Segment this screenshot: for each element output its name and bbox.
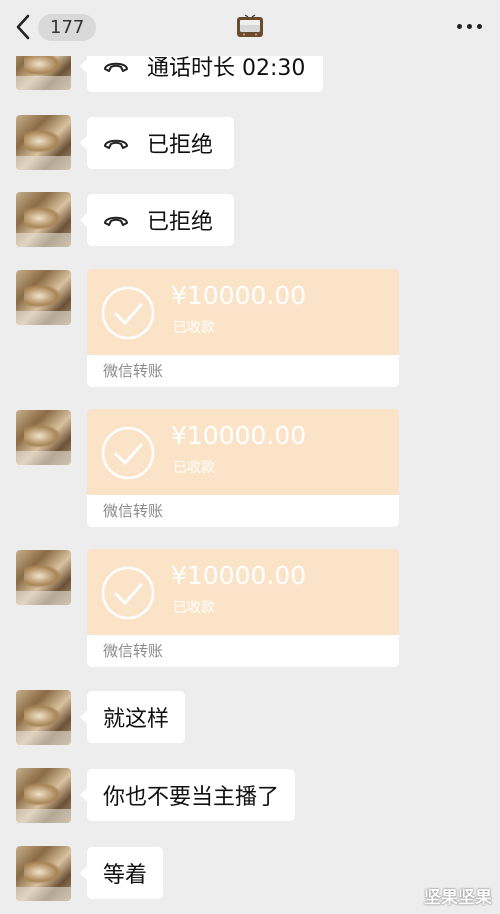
transfer-card[interactable]: ¥10000.00 已收款 微信转账 — [87, 409, 399, 527]
more-dots-icon — [457, 24, 462, 29]
call-message[interactable]: 已拒绝 — [80, 117, 234, 169]
text-message[interactable]: 等着 — [79, 847, 164, 899]
phone-hangup-icon — [103, 54, 129, 79]
call-rejected-text: 已拒绝 — [147, 210, 214, 235]
tv-icon[interactable] — [236, 14, 264, 40]
avatar[interactable] — [16, 846, 71, 901]
transfer-label: 微信转账 — [87, 635, 399, 667]
avatar[interactable] — [16, 410, 71, 465]
transfer-card[interactable]: ¥10000.00 已收款 微信转账 — [87, 549, 399, 667]
transfer-amount: ¥10000.00 — [171, 561, 307, 590]
call-rejected-text: 已拒绝 — [147, 133, 214, 158]
transfer-status: 已收款 — [173, 320, 215, 336]
back-button[interactable]: 177 — [16, 10, 97, 44]
transfer-status: 已收款 — [173, 460, 215, 476]
avatar[interactable] — [16, 192, 71, 247]
avatar[interactable] — [16, 690, 71, 745]
phone-hangup-icon — [103, 208, 129, 233]
watermark: 坚果坚果 — [424, 888, 492, 908]
check-circle-icon — [101, 426, 155, 480]
transfer-label: 微信转账 — [87, 495, 399, 527]
more-options-button[interactable] — [457, 24, 482, 29]
avatar[interactable] — [16, 115, 71, 170]
avatar[interactable] — [16, 270, 71, 325]
transfer-label: 微信转账 — [87, 355, 399, 387]
text-message[interactable]: 你也不要当主播了 — [79, 769, 296, 821]
avatar[interactable] — [16, 768, 71, 823]
call-message[interactable]: 已拒绝 — [80, 194, 234, 246]
text-message[interactable]: 就这样 — [79, 691, 186, 743]
transfer-amount: ¥10000.00 — [171, 281, 307, 310]
phone-hangup-icon — [103, 131, 129, 156]
check-circle-icon — [101, 286, 155, 340]
chat-header: 177 — [0, 0, 500, 56]
unread-count-badge: 177 — [38, 13, 97, 41]
transfer-amount: ¥10000.00 — [171, 421, 307, 450]
transfer-status: 已收款 — [173, 600, 215, 616]
avatar[interactable] — [16, 550, 71, 605]
check-circle-icon — [101, 566, 155, 620]
transfer-card[interactable]: ¥10000.00 已收款 微信转账 — [87, 269, 399, 387]
chevron-left-icon — [16, 14, 30, 40]
